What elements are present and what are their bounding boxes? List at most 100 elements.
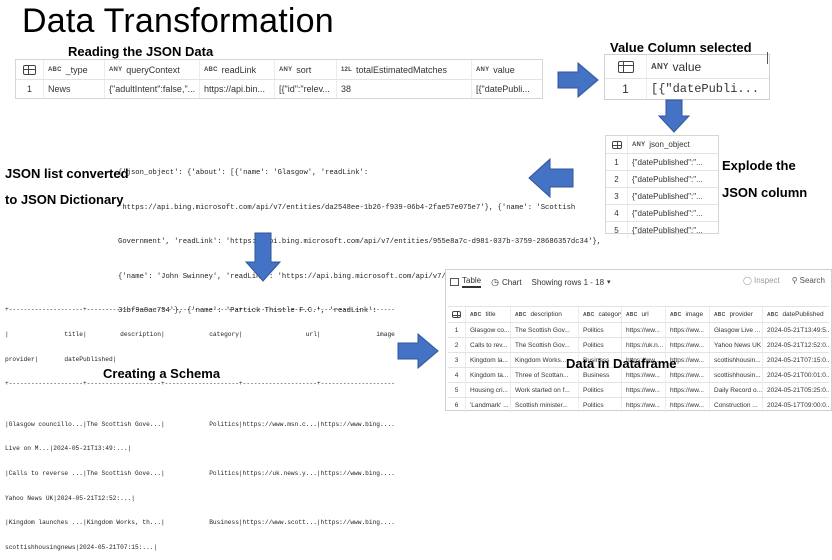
code-line: |Kingdom launches ...|Kingdom Works, th.… [5,519,395,527]
code-line: Yahoo News UK|2024-05-21T12:52:...| [5,494,135,502]
col-header[interactable]: ABC category [579,307,622,322]
table-cell: 2024-05-17T09:00:0... [767,401,829,409]
table-row: 1 Glasgow co... The Scottish Gov... Poli… [448,323,829,338]
scroll-handle-icon[interactable] [767,52,768,64]
col-header[interactable]: ABC url [622,307,666,322]
caption-converted-1: JSON list converted [5,166,129,181]
grid-icon [452,311,461,318]
col-header[interactable]: ABC datePublished [763,307,829,322]
caption-converted-2: to JSON Dictionary [5,192,124,207]
row-index: 1 [448,323,466,337]
col-header[interactable]: ANY sort [275,60,337,79]
table-cell: {"datePublished":"... [632,157,703,167]
row-index: 1 [605,79,647,99]
col-header[interactable]: ABC _type [44,60,105,79]
table-header-row: ANY json_object [606,136,718,154]
col-header[interactable]: ABC provider [710,307,763,322]
table-cell: https://ww... [622,398,666,412]
table-cell: Calls to rev... [466,338,511,352]
search-input[interactable]: Search [800,276,825,285]
col-header[interactable]: ANY value [472,60,540,79]
dataframe-panel: Table ◷ Chart Showing rows 1 - 18 ▾ ◯ In… [445,269,832,412]
table-cell: Daily Record o... [710,383,763,397]
caption-reading: Reading the JSON Data [68,44,214,59]
table-cell: Construction ... [710,398,763,412]
col-header[interactable]: ANY json_object [628,136,718,153]
table-cell: 2024-05-21T00:01:0... [767,371,829,379]
row-index: 6 [448,398,466,412]
table-cell: https://ww... [622,383,666,397]
tab-chart[interactable]: Chart [502,278,522,287]
chart-icon: ◷ [491,276,499,287]
col-header[interactable]: ABC title [466,307,511,322]
table-cell: {"datePublished":"... [632,225,703,235]
table-row: 1 News {"adultIntent":false,"... https:/… [16,80,542,98]
code-line: {'json_object': {'about': [{'name': 'Gla… [118,169,369,177]
table-row: 3 {"datePublished":"... [606,188,718,205]
table-cell: https://ww... [666,323,710,337]
code-line: provider| datePublished| [5,355,117,363]
json-object-table: ANY json_object 1 {"datePublished":"... 2… [605,135,719,238]
row-index: 4 [606,205,628,221]
page-title: Data Transformation [22,2,334,40]
inspect-button[interactable]: Inspect [754,276,780,285]
table-cell: 'Landmark' ... [466,398,511,412]
table-cell: scottishhousin... [710,353,763,367]
grid-icon-cell [605,55,647,78]
table-cell: Yahoo News UK [710,338,763,352]
caption-explode-1: Explode the [722,158,796,173]
row-index: 3 [606,188,628,204]
col-header[interactable]: ANY queryContext [105,60,200,79]
table-header-row: ABC _type ANY queryContext ABC readLink ANY… [16,60,542,80]
table-cell: 2024-05-21T07:15:0... [767,356,829,364]
table-cell: 38 [337,80,472,98]
table-cell: Scottish minister... [511,398,579,412]
table-cell: https://uk.n... [622,338,666,352]
code-line: Live on M...|2024-05-21T13:49:...| [5,445,132,453]
caption-value-selected: Value Column selected [610,40,752,55]
table-cell: Politics [579,323,622,337]
col-header[interactable]: ABC image [666,307,710,322]
table-cell: Politics [579,398,622,412]
rows-status: Showing rows 1 - 18 [531,277,605,287]
code-line: |Glasgow councillo...|The Scottish Gove.… [5,420,395,428]
table-cell: Politics [579,338,622,352]
arrow-right-icon [557,62,599,98]
table-cell: Kingdom ta... [466,368,511,382]
chevron-down-icon[interactable]: ▾ [607,278,611,286]
table-cell: 2024-05-21T13:49:5... [767,326,829,334]
table-cell: 2024-05-21T05:25:0... [767,386,829,394]
table-cell: https://ww... [666,338,710,352]
grid-icon-cell [16,60,44,79]
code-line: +--------------------+------------------… [5,380,395,388]
table-row: 5 {"datePublished":"... [606,222,718,238]
table-row: 1 [{"datePubli... [605,79,769,99]
col-header[interactable]: ABC description [511,307,579,322]
col-header[interactable]: ABC readLink [200,60,275,79]
table-cell: {"adultIntent":false,"... [105,80,200,98]
table-cell: https://ww... [666,398,710,412]
code-line: Government', 'readLink': 'https://api.bi… [118,238,602,246]
table-cell: 2024-05-21T12:52:0... [767,341,829,349]
col-header[interactable]: ANY value [647,55,769,78]
table-cell: The Scottish Gov... [511,323,579,337]
code-line: |Calls to reverse ...|The Scottish Gove.… [5,470,395,478]
table-cell: https://ww... [622,323,666,337]
table-cell: https://api.bin... [200,80,275,98]
row-index: 2 [606,171,628,187]
table-header-row: ANY value [605,55,769,79]
inspect-icon: ◯ [743,276,752,285]
reading-json-table: ABC _type ANY queryContext ABC readLink ANY… [15,59,543,99]
row-index: 1 [16,80,44,98]
caption-dataframe: Data in Dataframe [566,356,677,371]
table-cell: https://ww... [666,383,710,397]
col-header[interactable]: 12L totalEstimatedMatches [337,60,472,79]
table-row: 5 Housing cri... Work started on f... Po… [448,383,829,398]
caption-schema: Creating a Schema [103,366,221,381]
table-icon [450,278,459,286]
arrow-down-icon [245,232,281,282]
table-cell: Glasgow Live ... [710,323,763,337]
row-index: 4 [448,368,466,382]
tab-table[interactable]: Table [462,276,482,288]
code-line: +--------------------+------------------… [5,306,395,314]
